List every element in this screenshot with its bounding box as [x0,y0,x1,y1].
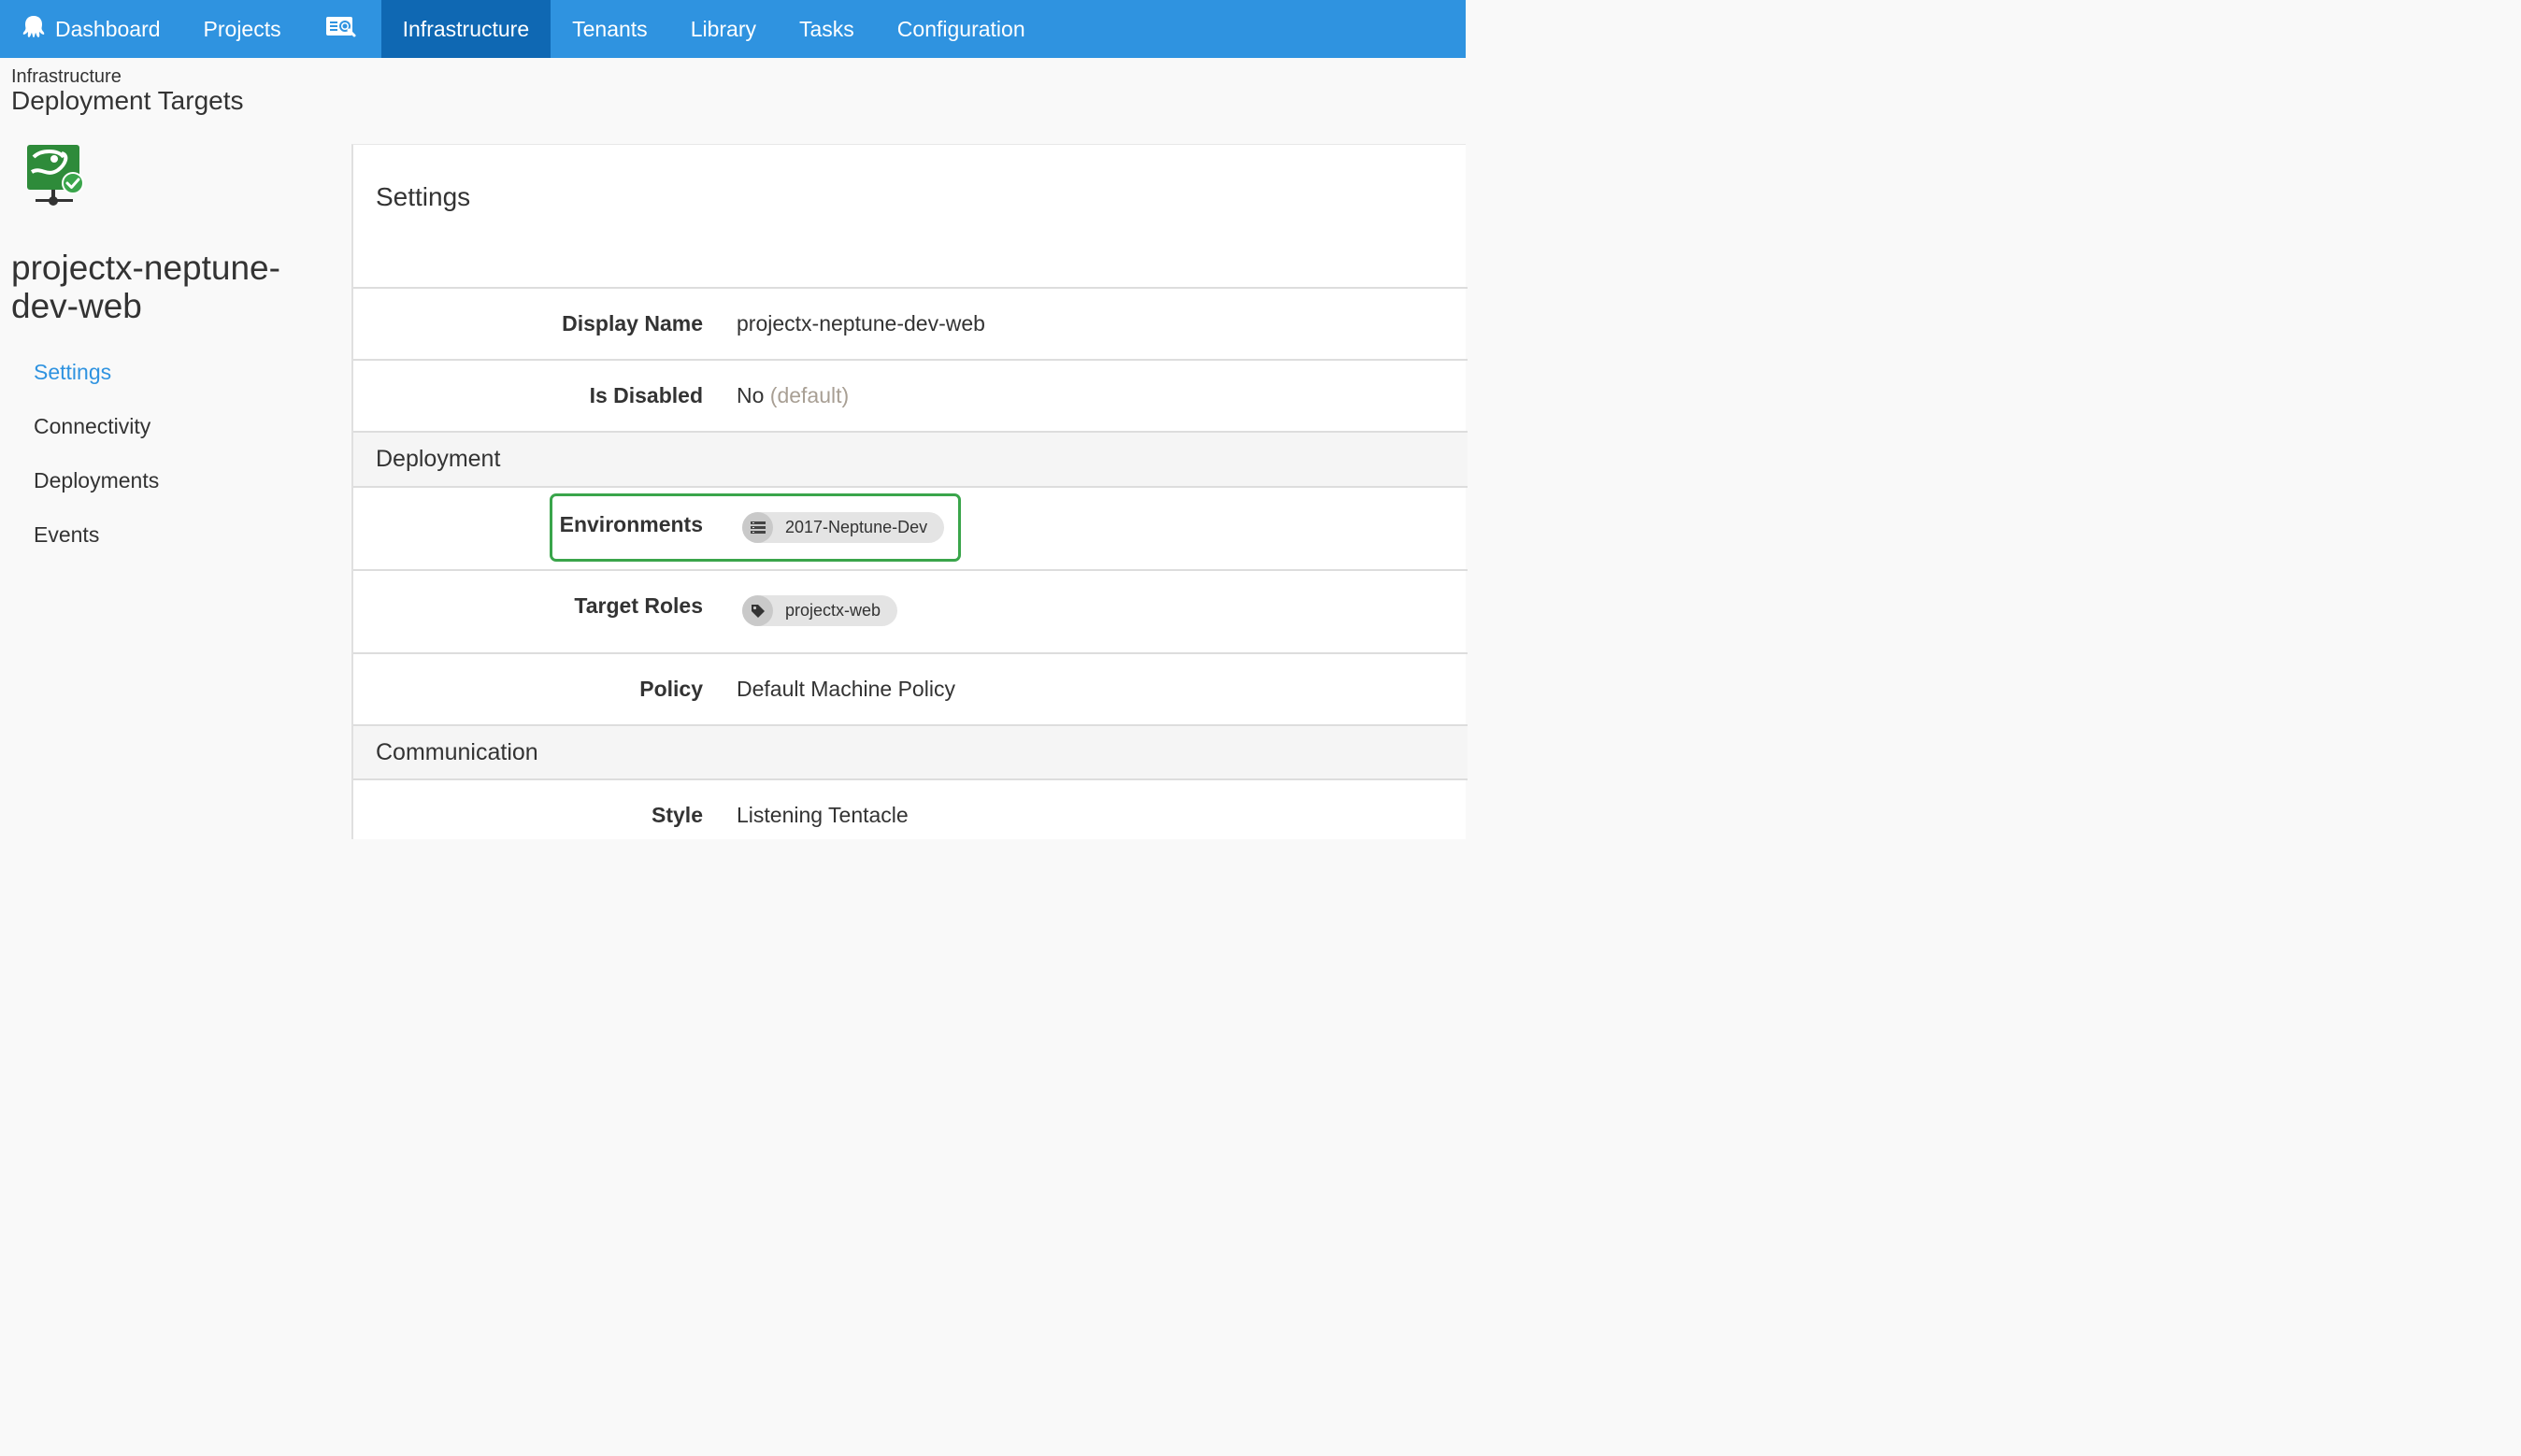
communication-section-header: Communication [353,724,1468,778]
deployment-target-icon [26,144,86,209]
default-note: (default) [769,383,850,407]
target-roles-value: projectx-web [742,595,898,626]
is-disabled-label: Is Disabled [589,383,703,407]
breadcrumb[interactable]: Infrastructure [11,66,122,88]
nav-library[interactable]: Library [669,0,778,58]
nav-tasks[interactable]: Tasks [778,0,876,58]
display-name-label: Display Name [562,311,703,335]
target-roles-label: Target Roles [574,593,703,618]
settings-title: Settings [376,182,471,211]
nav-projects[interactable]: Projects [182,0,303,58]
communication-section-label: Communication [376,739,538,765]
style-row[interactable]: Style Listening Tentacle [353,778,1468,840]
is-disabled-row[interactable]: Is Disabled No (default) [353,359,1468,431]
deployment-section-header: Deployment [353,431,1468,486]
search-icon [325,14,359,44]
display-name-row[interactable]: Display Name projectx-neptune-dev-web [353,287,1468,359]
display-name-value: projectx-neptune-dev-web [737,311,985,335]
style-value: Listening Tentacle [737,803,909,827]
machine-name: projectx-neptune-dev-web [11,249,280,325]
policy-value: Default Machine Policy [737,677,955,701]
page-title: Deployment Targets [11,86,244,115]
environments-highlight [550,493,961,562]
target-roles-row[interactable]: Target Roles projectx-web [353,569,1468,652]
role-chip-label: projectx-web [785,601,881,620]
side-nav-events[interactable]: Events [34,516,159,570]
top-nav: Dashboard Projects Infrastructure Tenant… [0,0,1466,58]
side-nav-deployments[interactable]: Deployments [34,462,159,516]
policy-row[interactable]: Policy Default Machine Policy [353,652,1468,724]
nav-tenants[interactable]: Tenants [551,0,669,58]
deployment-section-label: Deployment [376,446,501,472]
tag-icon [742,595,773,626]
style-label: Style [652,803,703,827]
settings-panel: Settings Display Name projectx-neptune-d… [351,144,1468,840]
nav-dashboard-label: Dashboard [55,16,161,41]
is-disabled-text: No [737,383,765,407]
nav-configuration[interactable]: Configuration [876,0,1047,58]
octopus-logo-icon [21,14,46,44]
side-nav-connectivity[interactable]: Connectivity [34,407,159,462]
role-chip[interactable]: projectx-web [742,595,898,626]
is-disabled-value: No (default) [737,383,849,408]
nav-dashboard[interactable]: Dashboard [0,0,182,58]
nav-infrastructure[interactable]: Infrastructure [380,0,551,58]
side-nav: Settings Connectivity Deployments Events [34,353,159,570]
nav-search[interactable] [303,0,381,58]
policy-label: Policy [639,677,703,701]
side-nav-settings[interactable]: Settings [34,353,159,407]
